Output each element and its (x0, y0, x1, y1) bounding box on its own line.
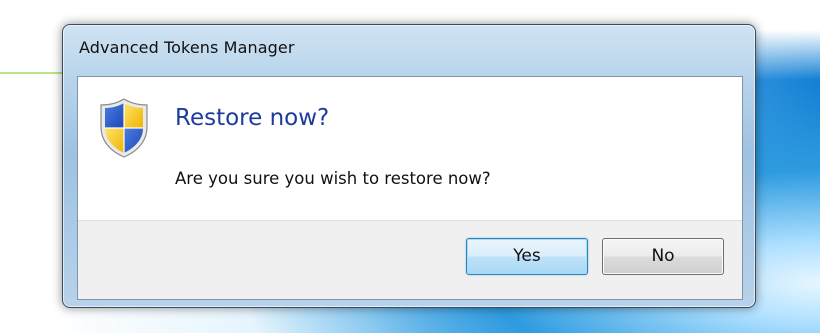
dialog-window: Advanced Tokens Manager Restore now? Are… (62, 24, 756, 308)
dialog-client-area: Restore now? Are you sure you wish to re… (77, 76, 743, 300)
title-bar[interactable]: Advanced Tokens Manager (63, 25, 755, 71)
dialog-message: Are you sure you wish to restore now? (175, 169, 491, 188)
yes-button[interactable]: Yes (466, 238, 588, 275)
button-bar: Yes No (78, 220, 742, 299)
main-instruction: Restore now? (175, 105, 330, 131)
desktop-streak (0, 72, 70, 74)
dialog-content: Restore now? Are you sure you wish to re… (78, 77, 742, 220)
no-button[interactable]: No (602, 238, 724, 275)
window-title: Advanced Tokens Manager (79, 38, 295, 57)
security-shield-icon (100, 98, 148, 158)
